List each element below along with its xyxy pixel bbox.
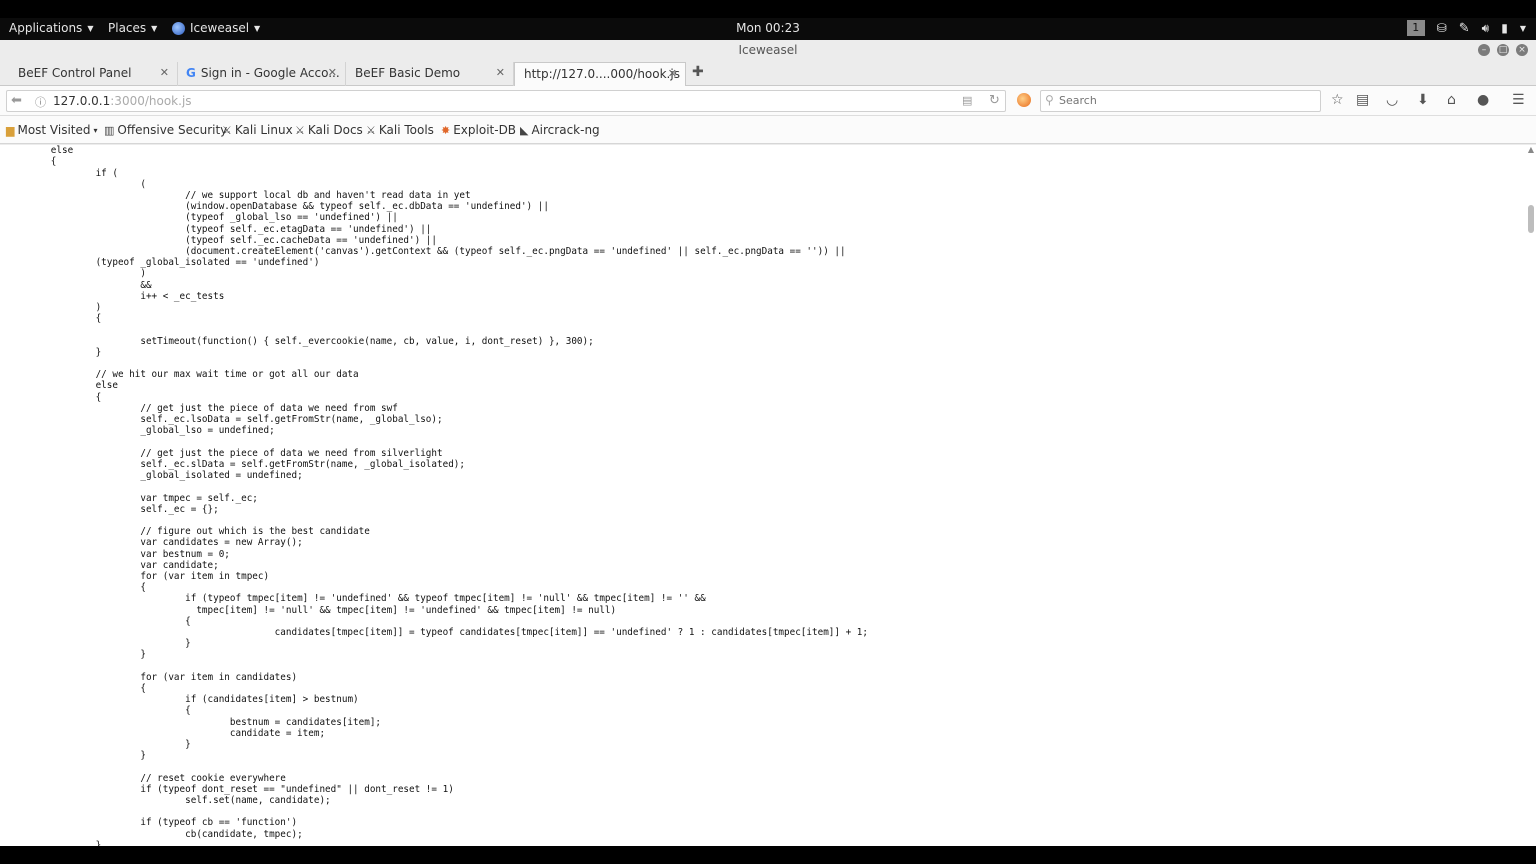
chevron-down-icon[interactable]: ▼ [1520,24,1526,33]
bookmark-label: Kali Docs [307,123,363,137]
download-icon[interactable]: ⬇ [1417,92,1429,108]
bookmark-label: Offensive Security [117,123,228,137]
scroll-up-icon[interactable]: ▲ [1528,145,1534,154]
reading-list-icon[interactable]: ▤ [1356,92,1369,108]
network-icon[interactable]: ⛁ [1437,21,1447,35]
bookmark-label: Exploit-DB [453,123,517,137]
bookmark-kali-linux[interactable]: ⚔ Kali Linux [222,123,293,137]
google-icon: G [186,66,196,80]
search-bar[interactable]: ⚲ [1040,90,1321,112]
search-engine-icon[interactable] [1017,93,1031,107]
navigation-bar: ⬅ ⓘ 127.0.0.1:3000/hook.js ▤ ↻ ⚲ ☆ ▤ ◡ ⬇… [0,86,1536,116]
javascript-source: // when reading data, we need to wait fo… [50,145,868,846]
url-text[interactable]: 127.0.0.1:3000/hook.js [53,94,192,108]
home-icon[interactable]: ⌂ [1447,92,1456,108]
tab-hook-js[interactable]: http://127.0....000/hook.js ✕ [514,62,686,87]
star-icon[interactable]: ☆ [1331,92,1344,108]
bookmark-kali-docs[interactable]: ⚔ Kali Docs [295,123,363,137]
system-tray[interactable]: 1 ⛁ ✎ 🔊︎ ▮ ▼ [1406,20,1526,36]
tab-label: Sign in - Google Acco... [200,66,340,80]
vertical-scrollbar[interactable]: ▲ [1524,145,1536,846]
url-path: :3000/hook.js [110,94,192,108]
system-top-bar: Applications ▼ Places ▼ Iceweasel ▼ Mon … [0,18,1536,40]
back-arrow-icon[interactable]: ⬅ [11,93,22,108]
tab-label: BeEF Basic Demo [355,66,461,80]
url-host: 127.0.0.1 [53,94,111,108]
letterbox-bottom [0,846,1536,864]
folder-icon: ▆ [6,123,15,137]
tab-google-sign-in[interactable]: G Sign in - Google Acco... ✕ [178,62,346,86]
bookmark-offensive-security[interactable]: ▥ Offensive Security [104,123,227,137]
bookmark-label: Most Visited [17,123,91,137]
workspace-indicator[interactable]: 1 [1406,20,1425,36]
search-input[interactable] [1059,94,1309,107]
window-titlebar: Iceweasel – □ × [0,40,1536,60]
tab-label: http://127.0....000/hook.js [524,67,680,81]
bookmark-most-visited[interactable]: ▆ Most Visited ▾ [6,123,98,137]
maximize-icon[interactable]: □ [1497,44,1509,56]
close-icon[interactable]: × [1516,44,1528,56]
close-icon[interactable]: ✕ [328,66,337,79]
tab-label: BeEF Control Panel [18,66,132,80]
bookmark-label: Kali Linux [234,123,293,137]
bookmark-exploit-db[interactable]: ✸ Exploit-DB [441,123,516,137]
kali-dragon-icon: ⚔ [222,123,232,137]
chevron-down-icon: ▾ [93,125,98,135]
battery-icon[interactable]: ▮ [1501,21,1508,35]
search-icon: ⚲ [1045,93,1054,107]
pocket-icon[interactable]: ◡ [1386,92,1398,108]
scrollbar-thumb[interactable] [1528,205,1534,233]
page-content[interactable]: // when reading data, we need to wait fo… [0,145,1536,846]
close-icon[interactable]: ✕ [668,67,677,80]
new-tab-button[interactable]: ✚ [692,64,704,80]
pen-icon[interactable]: ✎ [1459,21,1470,36]
volume-icon[interactable]: 🔊︎ [1482,21,1490,36]
aircrack-icon: ◣ [520,123,529,137]
url-bar[interactable]: ⬅ ⓘ 127.0.0.1:3000/hook.js ▤ ↻ [6,90,1006,112]
tab-bar: BeEF Control Panel ✕ G Sign in - Google A… [0,60,1536,87]
close-icon[interactable]: ✕ [160,66,169,79]
site-info-icon[interactable]: ⓘ [35,94,46,110]
offensive-security-icon: ▥ [104,123,115,137]
chat-icon[interactable]: ● [1477,92,1489,108]
bookmarks-toolbar: ▆ Most Visited ▾ ▥ Offensive Security ⚔ … [0,116,1536,144]
hamburger-menu-icon[interactable]: ☰ [1512,92,1525,108]
window-title: Iceweasel [738,43,798,57]
letterbox-top [0,0,1536,18]
reader-view-icon[interactable]: ▤ [962,94,972,107]
tab-beef-basic-demo[interactable]: BeEF Basic Demo ✕ [346,62,514,86]
clock[interactable]: Mon 00:23 [0,21,1536,35]
bookmark-kali-tools[interactable]: ⚔ Kali Tools [366,123,434,137]
reload-icon[interactable]: ↻ [989,93,1000,108]
close-icon[interactable]: ✕ [496,66,505,79]
exploit-db-icon: ✸ [441,123,451,137]
tab-beef-control-panel[interactable]: BeEF Control Panel ✕ [0,62,178,86]
browser-window: Iceweasel – □ × BeEF Control Panel ✕ G Si… [0,40,1536,846]
bookmark-aircrack-ng[interactable]: ◣ Aircrack-ng [520,123,600,137]
minimize-icon[interactable]: – [1478,44,1490,56]
bookmark-label: Kali Tools [378,123,434,137]
kali-dragon-icon: ⚔ [295,123,305,137]
bookmark-label: Aircrack-ng [531,123,600,137]
kali-dragon-icon: ⚔ [366,123,376,137]
